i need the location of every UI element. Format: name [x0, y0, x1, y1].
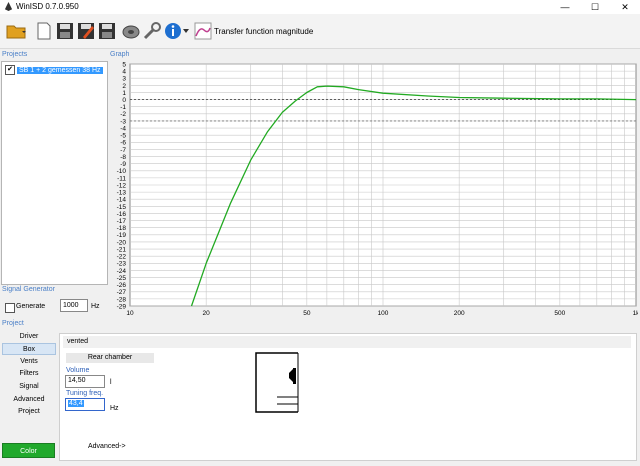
y-tick-labels: 543210-1-2-3-4-5-6-7-8-9-10-11-12-13-14-… — [117, 61, 127, 310]
y-tick-label: -18 — [117, 225, 127, 232]
advanced-link[interactable]: Advanced-> — [88, 443, 126, 450]
tuning-unit: Hz — [110, 405, 119, 412]
tuning-input[interactable]: 43,4 — [65, 398, 105, 411]
tools-icon[interactable] — [143, 22, 161, 40]
box-panel: vented Rear chamber Volume 14,50 l Tunin… — [59, 333, 637, 461]
projects-list: ✔ SB 1 + 2 gemessen 38 Hz — [1, 61, 108, 285]
save-icon[interactable] — [56, 22, 74, 40]
y-tick-label: -25 — [117, 275, 127, 282]
toolbar — [0, 14, 640, 49]
y-tick-label: -29 — [117, 303, 127, 310]
volume-label: Volume — [66, 367, 90, 374]
x-tick-label: 200 — [454, 310, 465, 317]
y-tick-label: -15 — [117, 204, 127, 211]
x-tick-label: 500 — [554, 310, 565, 317]
x-tick-label: 20 — [203, 310, 211, 317]
volume-input[interactable]: 14,50 — [65, 375, 105, 388]
y-tick-label: -26 — [117, 282, 127, 289]
y-tick-label: -14 — [117, 197, 127, 204]
nav-advanced[interactable]: Advanced — [2, 394, 56, 406]
y-tick-label: -6 — [120, 140, 126, 147]
signal-frequency-input[interactable] — [60, 299, 88, 312]
project-item[interactable]: ✔ SB 1 + 2 gemessen 38 Hz — [5, 65, 103, 75]
y-tick-label: -10 — [117, 168, 127, 175]
new-document-icon[interactable] — [35, 22, 53, 40]
signal-frequency-unit: Hz — [91, 303, 100, 310]
nav-filters[interactable]: Filters — [2, 368, 56, 380]
y-tick-label: -9 — [120, 161, 126, 168]
y-tick-label: 1 — [122, 90, 126, 97]
volume-value: 14,50 — [68, 377, 86, 384]
tuning-value: 43,4 — [68, 400, 84, 407]
y-tick-label: -24 — [117, 268, 127, 275]
tuning-label: Tuning freq. — [66, 390, 104, 397]
y-tick-label: 5 — [122, 61, 126, 68]
close-button[interactable]: ✕ — [610, 0, 640, 14]
open-folder-icon[interactable] — [6, 22, 28, 40]
volume-unit: l — [110, 379, 112, 386]
nav-signal[interactable]: Signal — [2, 381, 56, 393]
y-tick-label: 2 — [122, 83, 126, 90]
minimize-button[interactable]: — — [550, 0, 580, 14]
rear-chamber-tab[interactable]: Rear chamber — [66, 353, 154, 363]
project-name[interactable]: SB 1 + 2 gemessen 38 Hz — [17, 66, 103, 74]
x-tick-label: 1k — [633, 310, 638, 317]
box-type-selector[interactable]: vented — [63, 336, 631, 348]
save-as-icon[interactable] — [77, 22, 95, 40]
y-tick-label: -3 — [120, 118, 126, 125]
graph: 543210-1-2-3-4-5-6-7-8-9-10-11-12-13-14-… — [117, 61, 638, 317]
y-tick-label: -21 — [117, 246, 127, 253]
generate-label: Generate — [16, 303, 46, 310]
project-section-label: Project — [2, 320, 24, 327]
x-tick-labels: 10 20 50 100 200 500 1k — [126, 310, 638, 317]
y-tick-label: -19 — [117, 232, 127, 239]
y-tick-label: -1 — [120, 104, 126, 111]
project-checkbox[interactable]: ✔ — [5, 65, 15, 75]
y-tick-label: -5 — [120, 133, 126, 140]
y-tick-label: 4 — [122, 69, 126, 76]
y-tick-label: -17 — [117, 218, 127, 225]
y-tick-label: -11 — [117, 175, 126, 182]
x-tick-label: 10 — [126, 310, 134, 317]
y-tick-label: -23 — [117, 261, 127, 268]
y-tick-label: -27 — [117, 289, 127, 296]
info-icon[interactable] — [164, 22, 182, 40]
box-diagram — [255, 352, 299, 413]
y-tick-label: -20 — [117, 239, 127, 246]
title-bar: WinISD 0.7.0.950 — ☐ ✕ — [0, 0, 640, 14]
y-tick-label: 3 — [122, 76, 126, 83]
graph-icon[interactable] — [194, 22, 212, 40]
x-tick-label: 100 — [378, 310, 389, 317]
info-dropdown-icon[interactable] — [183, 28, 189, 34]
window-title: WinISD 0.7.0.950 — [16, 2, 79, 11]
x-tick-label: 50 — [303, 310, 311, 317]
nav-vents[interactable]: Vents — [2, 356, 56, 368]
y-tick-label: -7 — [120, 147, 126, 154]
nav-box[interactable]: Box — [2, 343, 56, 355]
save-all-icon[interactable] — [98, 22, 116, 40]
y-tick-label: -16 — [117, 211, 127, 218]
y-tick-label: -2 — [120, 111, 126, 118]
y-tick-label: -13 — [117, 190, 127, 197]
maximize-button[interactable]: ☐ — [580, 0, 610, 14]
y-tick-label: -4 — [120, 125, 126, 132]
color-button[interactable]: Color — [2, 443, 55, 458]
graph-type-label[interactable]: Transfer function magnitude — [214, 27, 313, 36]
driver-icon[interactable] — [122, 22, 140, 40]
graph-grid — [129, 63, 637, 307]
graph-section-label: Graph — [110, 51, 130, 58]
signal-generator-section-label: Signal Generator — [2, 286, 55, 293]
y-tick-label: 0 — [122, 97, 126, 104]
y-tick-label: -22 — [117, 254, 127, 261]
y-tick-label: -28 — [117, 296, 127, 303]
y-tick-label: -12 — [117, 182, 127, 189]
y-tick-label: -8 — [120, 154, 126, 161]
nav-driver[interactable]: Driver — [2, 331, 56, 343]
projects-section-label: Projects — [2, 51, 28, 58]
generate-checkbox[interactable] — [5, 303, 15, 313]
nav-project[interactable]: Project — [2, 406, 56, 418]
app-icon — [4, 2, 13, 11]
